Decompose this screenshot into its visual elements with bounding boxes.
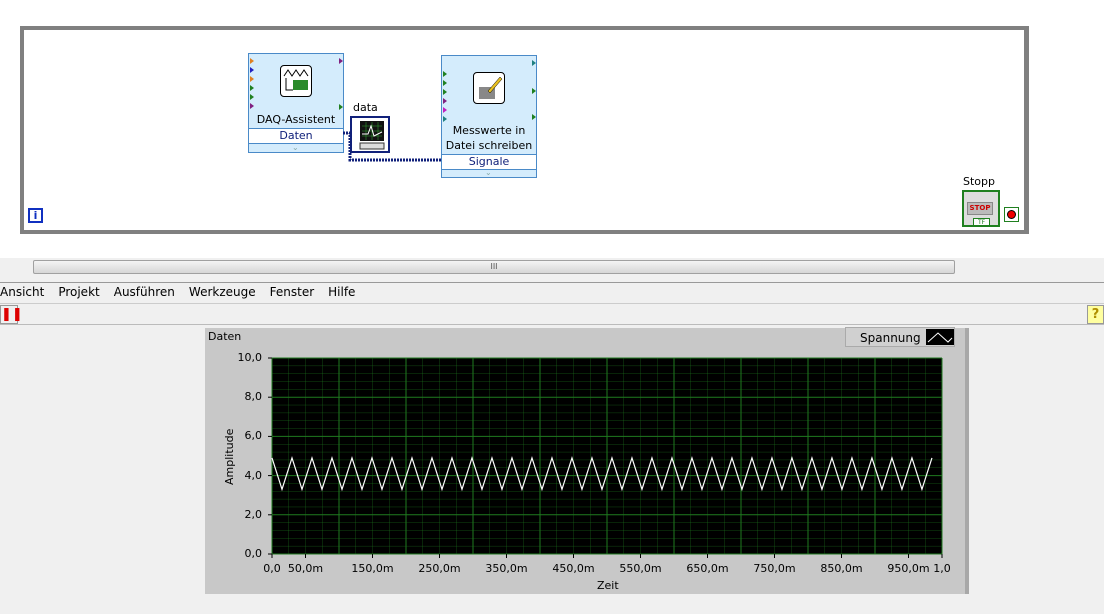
splitter-scrollbar[interactable]: III [33,260,955,274]
y-axis-label: Amplitude [223,428,236,485]
menu-projekt[interactable]: Projekt [51,283,106,302]
daq-assistant-node[interactable]: DAQ-Assistent Daten ⌄ [248,53,344,153]
y-tick-label: 10,0 [237,351,263,364]
indicator-label: data [353,101,378,114]
write-file-icon [473,72,505,104]
loop-condition-stop-icon[interactable] [1004,207,1019,222]
help-icon[interactable]: ? [1087,305,1104,324]
pause-icon[interactable]: ❚❚ [0,305,23,324]
stop-button-terminal[interactable]: STOP TF [962,190,1000,227]
expand-chevron-icon[interactable]: ⌄ [292,143,299,152]
toolbar: ❚❚ ? [0,303,1104,325]
y-tick-label: 6,0 [244,429,263,443]
data-wire[interactable] [340,128,445,163]
write-node-title-line1: Messwerte in [452,124,526,137]
menu-bar: Ansicht Projekt Ausführen Werkzeuge Fens… [0,282,1104,302]
x-tick-label: 450,0m [552,562,595,575]
x-tick-label: 250,0m [418,562,461,575]
x-axis-label: Zeit [597,579,619,592]
menu-fenster[interactable]: Fenster [263,283,322,302]
iteration-terminal[interactable]: i [28,208,43,223]
y-tick-label: 0,0 [244,547,263,560]
x-tick-label: 650,0m [686,562,729,575]
block-diagram: i DAQ-Assistent Daten ⌄ data Messwerte i… [0,0,1104,258]
y-tick-label: 8,0 [244,390,263,404]
menu-hilfe[interactable]: Hilfe [321,283,362,302]
x-tick-label: 850,0m [820,562,863,575]
write-node-title: Messwerte in Datei schreiben [442,123,536,153]
x-tick-label: 50,0m [287,562,324,575]
waveform-graph[interactable]: Daten Spannung Amplitude Zeit 0,0 2,0 4,0 6… [205,327,969,594]
y-tick-label: 2,0 [244,507,263,521]
menu-ansicht[interactable]: Ansicht [0,283,51,302]
boolean-tf: TF [973,218,990,226]
daq-card-icon [280,65,312,97]
expand-chevron-icon[interactable]: ⌄ [485,168,492,177]
daq-node-title: DAQ-Assistent [256,113,336,126]
x-tick-label: 150,0m [351,562,394,575]
daq-output-terminal[interactable]: Daten [249,128,343,144]
x-tick-label: 350,0m [485,562,528,575]
y-tick-label: 4,0 [244,468,263,482]
x-tick-label: 1,0 [933,562,951,575]
stop-button-text: STOP [967,202,993,215]
stop-label: Stopp [963,175,995,188]
x-tick-label: 550,0m [619,562,662,575]
plot-area[interactable] [205,328,969,594]
menu-werkzeuge[interactable]: Werkzeuge [182,283,263,302]
write-node-title-line2: Datei schreiben [445,139,533,152]
write-measurements-node[interactable]: Messwerte in Datei schreiben Signale ⌄ [441,55,537,178]
x-tick-label: 750,0m [753,562,796,575]
menu-ausfuehren[interactable]: Ausführen [107,283,182,302]
